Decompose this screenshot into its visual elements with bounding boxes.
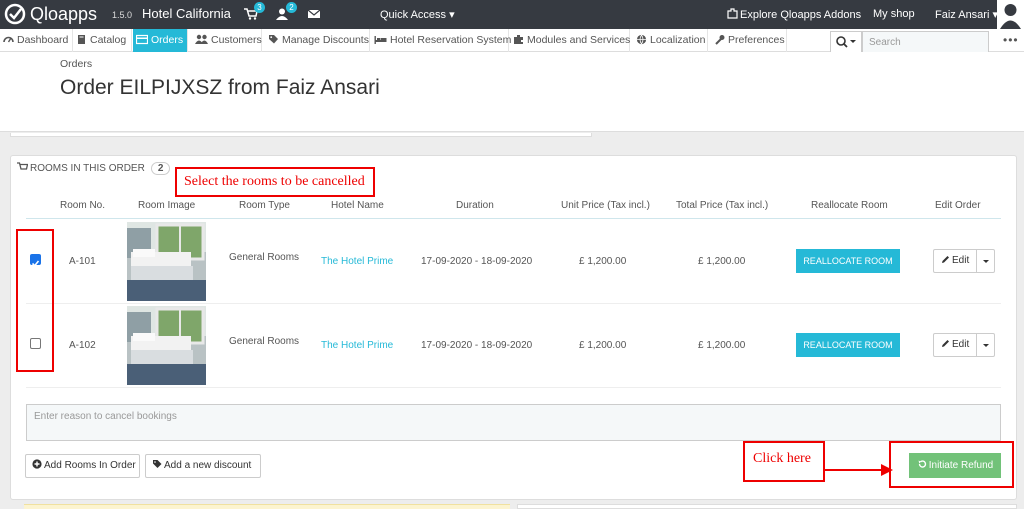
annotation-click-here: Click here	[753, 451, 811, 467]
more-menu-icon[interactable]: •••	[1003, 33, 1019, 47]
menu-item-preferences[interactable]: Preferences	[711, 29, 787, 52]
reallocate-room-button[interactable]: REALLOCATE ROOM	[796, 333, 900, 357]
hotel-name-link[interactable]: The Hotel Prime	[321, 340, 393, 351]
row-divider	[26, 387, 1001, 388]
search-type-select[interactable]	[830, 31, 862, 53]
search-icon	[836, 36, 856, 48]
version-label: 1.5.0	[112, 10, 133, 20]
rooms-count-badge: 2	[150, 162, 171, 175]
tag-icon	[153, 460, 162, 468]
chevron-down-icon	[983, 260, 989, 263]
add-discount-button[interactable]: Add a new discount	[145, 454, 261, 478]
edit-order-button[interactable]: Edit	[933, 333, 995, 357]
globe-icon	[636, 34, 647, 45]
breadcrumb[interactable]: Orders	[60, 58, 92, 70]
stay-duration: 17-09-2020 - 18-09-2020	[421, 256, 533, 267]
pencil-icon	[942, 256, 949, 263]
plus-circle-icon	[32, 459, 42, 469]
rooms-panel-heading: ROOMS IN THIS ORDER 2	[17, 162, 171, 175]
quick-access-dropdown[interactable]: Quick Access ▾	[380, 8, 455, 21]
avatar-icon	[1000, 4, 1021, 29]
unit-price: £ 1,200.00	[579, 340, 627, 351]
page-header: Orders Order EILPIJXSZ from Faiz Ansari	[0, 52, 1024, 132]
page-title: Order EILPIJXSZ from Faiz Ansari	[60, 76, 380, 99]
total-price: £ 1,200.00	[698, 340, 746, 351]
cart-badge: 3	[254, 2, 265, 13]
top-navbar: Qloapps 1.5.0 Hotel California 3 2 Quick…	[0, 0, 1024, 29]
column-header-total-price: Total Price (Tax incl.)	[676, 200, 769, 211]
tags-icon	[269, 35, 278, 44]
edit-dropdown-toggle[interactable]	[976, 250, 994, 272]
column-header-duration: Duration	[456, 200, 494, 211]
search-input[interactable]: Search	[862, 31, 989, 53]
room-photo-icon	[127, 306, 206, 385]
table-header-divider	[26, 218, 1001, 219]
cancel-reason-textarea[interactable]: Enter reason to cancel bookings	[26, 404, 1001, 441]
users-icon	[195, 34, 208, 44]
annotation-select-rooms: Select the rooms to be cancelled	[184, 174, 365, 190]
warning-panel-edge	[24, 504, 510, 509]
menu-item-customers[interactable]: Customers	[192, 29, 262, 52]
edit-order-button[interactable]: Edit	[933, 249, 995, 273]
puzzle-icon	[727, 8, 738, 19]
room-type: General Rooms	[229, 336, 300, 347]
brand-name[interactable]: Qloapps	[30, 4, 97, 25]
next-panel-edge	[517, 504, 1017, 509]
column-header-reallocate: Reallocate Room	[811, 200, 888, 211]
menu-item-dashboard[interactable]: Dashboard	[0, 29, 73, 52]
menu-item-orders[interactable]: Orders	[133, 29, 188, 52]
avatar[interactable]	[997, 0, 1024, 29]
unit-price: £ 1,200.00	[579, 256, 627, 267]
my-shop-link[interactable]: My shop	[873, 8, 915, 20]
menu-item-manage-discounts[interactable]: Manage Discounts	[265, 29, 370, 52]
user-badge: 2	[286, 2, 297, 13]
column-header-edit-order: Edit Order	[935, 200, 981, 211]
wrench-icon	[715, 35, 725, 45]
room-image[interactable]	[127, 306, 206, 385]
qloapps-logo-icon[interactable]	[4, 3, 26, 25]
room-number: A-101	[69, 256, 96, 267]
previous-panel-edge	[10, 133, 592, 137]
bed-icon	[374, 36, 387, 44]
room-image[interactable]	[127, 222, 206, 301]
shop-name[interactable]: Hotel California	[142, 6, 231, 21]
arrow-right-icon	[825, 464, 893, 476]
cart-icon	[17, 162, 29, 170]
row-divider	[26, 303, 1001, 304]
stay-duration: 17-09-2020 - 18-09-2020	[421, 340, 533, 351]
annotation-refund-highlight	[889, 441, 1014, 488]
credit-card-icon	[135, 34, 149, 45]
user-menu[interactable]: Faiz Ansari ▾	[935, 8, 998, 21]
menu-item-catalog[interactable]: Catalog	[73, 29, 132, 52]
explore-addons-link[interactable]: Explore Qloapps Addons	[727, 8, 861, 21]
menu-item-hotel-reservation[interactable]: Hotel Reservation System	[371, 29, 511, 52]
menu-item-modules[interactable]: Modules and Services	[510, 29, 630, 52]
column-header-room-type: Room Type	[239, 200, 290, 211]
puzzle-icon	[514, 35, 523, 44]
pencil-icon	[942, 340, 949, 347]
room-type: General Rooms	[229, 252, 300, 263]
column-header-unit-price: Unit Price (Tax incl.)	[561, 200, 650, 211]
annotation-checkbox-highlight	[16, 229, 54, 372]
menu-item-localization[interactable]: Localization	[633, 29, 708, 52]
total-price: £ 1,200.00	[698, 256, 746, 267]
add-rooms-button[interactable]: Add Rooms In Order	[25, 454, 140, 478]
column-header-hotel-name: Hotel Name	[331, 200, 384, 211]
envelope-icon[interactable]	[307, 8, 321, 20]
hotel-name-link[interactable]: The Hotel Prime	[321, 256, 393, 267]
edit-dropdown-toggle[interactable]	[976, 334, 994, 356]
chevron-down-icon	[983, 344, 989, 347]
reallocate-room-button[interactable]: REALLOCATE ROOM	[796, 249, 900, 273]
room-photo-icon	[127, 222, 206, 301]
book-icon	[78, 35, 85, 44]
dashboard-icon	[3, 36, 14, 43]
column-header-room-no: Room No.	[60, 200, 106, 211]
column-header-room-image: Room Image	[138, 200, 196, 211]
room-number: A-102	[69, 340, 96, 351]
